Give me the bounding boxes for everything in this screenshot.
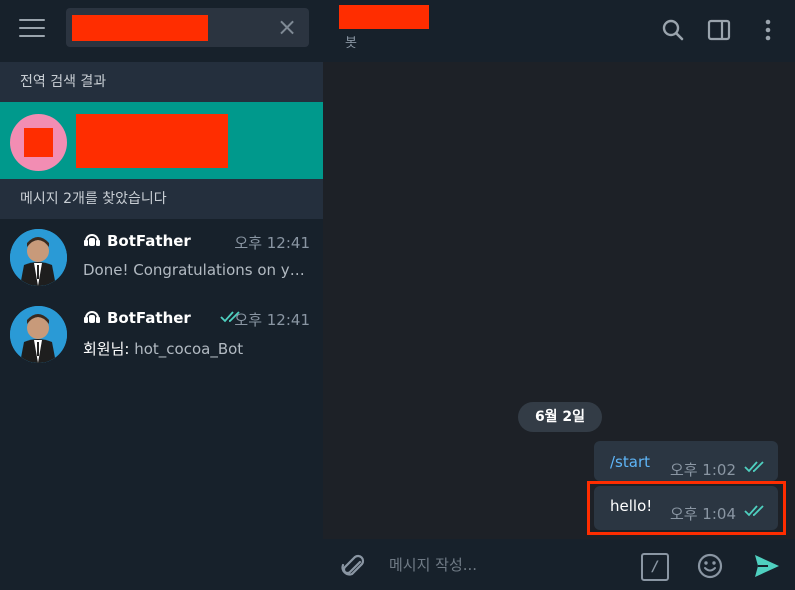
- result-time: 오후 12:41: [234, 311, 310, 329]
- chat-subtitle: 봇: [345, 36, 357, 51]
- redacted-chat-name: [76, 114, 228, 168]
- result-preview: Done! Congratulations on your new bot.: [83, 261, 313, 279]
- result-time: 오후 12:41: [234, 234, 310, 252]
- avatar: [10, 306, 67, 363]
- chat-header[interactable]: 봇: [323, 0, 795, 62]
- global-result-item[interactable]: [0, 102, 323, 179]
- search-icon[interactable]: [660, 17, 686, 43]
- result-preview: 회원님: hot_cocoa_Bot: [83, 338, 313, 359]
- message-composer: /: [323, 539, 795, 590]
- highlight-box: [587, 481, 786, 535]
- sender-label: 회원님:: [83, 340, 130, 358]
- emoji-icon[interactable]: [696, 552, 724, 580]
- avatar: [10, 229, 67, 286]
- search-bar-area: ×: [0, 0, 323, 62]
- conversation-panel: 봇 6월 2일 /start 오후 1:02 hello! 오후 1:04 메시…: [323, 0, 795, 590]
- redacted-chat-title: [339, 5, 429, 29]
- message-input[interactable]: [389, 553, 629, 577]
- more-options-icon[interactable]: [755, 17, 781, 43]
- message-text[interactable]: /start: [610, 453, 650, 471]
- redacted-search-query: [72, 15, 208, 41]
- redacted-avatar: [24, 128, 53, 157]
- sidebar-toggle-icon[interactable]: [706, 17, 732, 43]
- bot-command-icon[interactable]: /: [641, 553, 669, 581]
- paperclip-icon[interactable]: [339, 551, 367, 579]
- bot-icon: [84, 311, 100, 323]
- close-icon[interactable]: ×: [275, 15, 299, 39]
- search-input[interactable]: ×: [66, 8, 309, 47]
- message-bubble[interactable]: /start 오후 1:02: [594, 441, 778, 481]
- result-title: BotFather: [83, 232, 191, 250]
- messages-found-header: 메시지 2개를 찾았습니다: [0, 179, 323, 219]
- double-check-icon: [744, 461, 764, 473]
- preview-text: hot_cocoa_Bot: [129, 340, 244, 358]
- chat-list-panel: × 전역 검색 결과 메시지 2개를 찾았습니다 BotFather 오후 12…: [0, 0, 323, 590]
- hamburger-menu-icon[interactable]: [19, 19, 45, 39]
- search-result-row[interactable]: BotFather 오후 12:41 Done! Congratulations…: [0, 219, 323, 296]
- message-time: 오후 1:02: [669, 461, 736, 479]
- global-results-header: 전역 검색 결과: [0, 62, 323, 102]
- result-name: BotFather: [107, 232, 191, 250]
- result-name: BotFather: [107, 309, 191, 327]
- avatar: [10, 114, 67, 171]
- search-result-row[interactable]: BotFather 오후 12:41 회원님: hot_cocoa_Bot: [0, 296, 323, 373]
- bot-icon: [84, 234, 100, 246]
- result-title: BotFather: [83, 309, 191, 327]
- send-icon[interactable]: [753, 552, 781, 580]
- date-separator: 6월 2일: [518, 402, 602, 432]
